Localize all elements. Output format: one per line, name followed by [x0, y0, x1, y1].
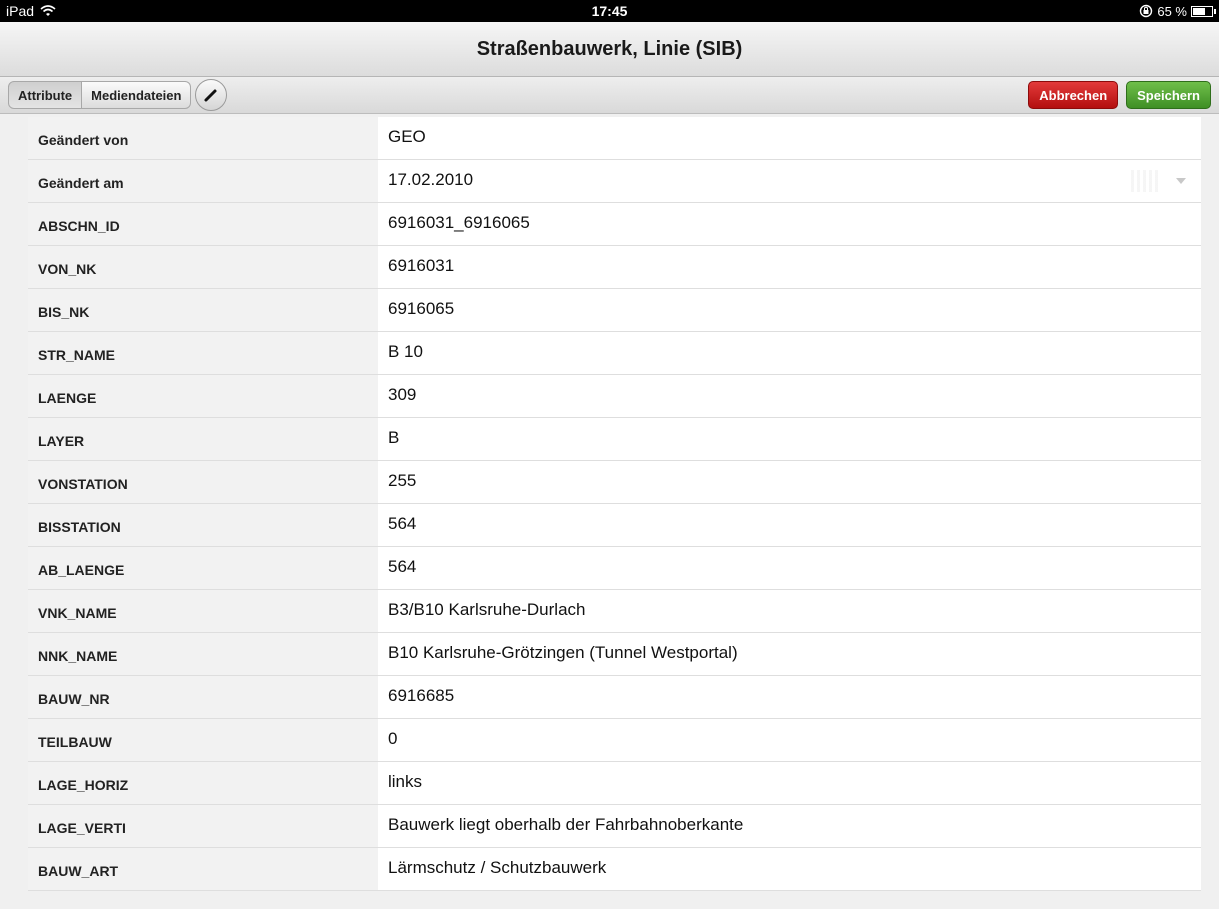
attribute-row: LAENGE 309: [28, 375, 1201, 418]
attribute-label: LAENGE: [28, 375, 378, 417]
attribute-row: ABSCHN_ID 6916031_6916065: [28, 203, 1201, 246]
attribute-label: TEILBAUW: [28, 719, 378, 761]
device-name: iPad: [6, 3, 35, 19]
attribute-value[interactable]: 564: [378, 504, 1201, 546]
attribute-row: BAUW_NR 6916685: [28, 676, 1201, 719]
attribute-label: LAGE_VERTI: [28, 805, 378, 847]
attribute-label: VONSTATION: [28, 461, 378, 503]
attribute-label: BAUW_ART: [28, 848, 378, 890]
attribute-label: Geändert am: [28, 160, 378, 202]
attribute-row: VNK_NAME B3/B10 Karlsruhe-Durlach: [28, 590, 1201, 633]
status-right: 65 %: [1139, 3, 1216, 19]
attribute-value[interactable]: 0: [378, 719, 1201, 761]
attribute-value[interactable]: B3/B10 Karlsruhe-Durlach: [378, 590, 1201, 632]
attribute-value[interactable]: 6916031: [378, 246, 1201, 288]
rotation-lock-icon: [1140, 4, 1153, 18]
attribute-value[interactable]: 6916031_6916065: [378, 203, 1201, 245]
view-segmented-control: Attribute Mediendateien: [8, 79, 228, 111]
attribute-row: LAGE_HORIZ links: [28, 762, 1201, 805]
attribute-value[interactable]: B: [378, 418, 1201, 460]
attribute-row: LAGE_VERTI Bauwerk liegt oberhalb der Fah…: [28, 805, 1201, 848]
status-time: 17:45: [591, 3, 628, 19]
date-dropdown[interactable]: [1131, 170, 1187, 192]
page-title: Straßenbauwerk, Linie (SIB): [0, 22, 1219, 77]
attribute-value[interactable]: 255: [378, 461, 1201, 503]
attribute-table: Geändert von GEO Geändert am 17.02.2010 AB…: [28, 117, 1201, 891]
attribute-label: VON_NK: [28, 246, 378, 288]
attribute-value[interactable]: links: [378, 762, 1201, 804]
attribute-value[interactable]: 564: [378, 547, 1201, 589]
attribute-row: AB_LAENGE 564: [28, 547, 1201, 590]
status-left: iPad: [6, 3, 56, 19]
wifi-icon: [40, 5, 56, 16]
save-button[interactable]: Speichern: [1126, 81, 1211, 109]
battery-icon: [1191, 5, 1216, 17]
attribute-row: BAUW_ART Lärmschutz / Schutzbauwerk: [28, 848, 1201, 891]
attribute-row: VON_NK 6916031: [28, 246, 1201, 289]
battery-percent: 65 %: [1157, 3, 1187, 19]
attribute-label: STR_NAME: [28, 332, 378, 374]
chevron-down-icon: [1176, 178, 1186, 184]
attribute-label: LAYER: [28, 418, 378, 460]
pencil-icon: [204, 89, 217, 102]
attribute-row: Geändert am 17.02.2010: [28, 160, 1201, 203]
attribute-value[interactable]: 309: [378, 375, 1201, 417]
edit-button[interactable]: [195, 79, 228, 111]
attribute-value[interactable]: 17.02.2010: [378, 160, 1201, 202]
attribute-value[interactable]: 6916065: [378, 289, 1201, 331]
attribute-label: Geändert von: [28, 117, 378, 159]
attribute-value[interactable]: Bauwerk liegt oberhalb der Fahrbahnoberk…: [378, 805, 1201, 847]
attribute-label: BAUW_NR: [28, 676, 378, 718]
attribute-row: STR_NAME B 10: [28, 332, 1201, 375]
tab-mediendateien[interactable]: Mediendateien: [82, 81, 192, 109]
attribute-label: NNK_NAME: [28, 633, 378, 675]
attribute-value[interactable]: 6916685: [378, 676, 1201, 718]
attribute-label: BISSTATION: [28, 504, 378, 546]
attribute-row: NNK_NAME B10 Karlsruhe-Grötzingen (Tunnel…: [28, 633, 1201, 676]
attribute-row: Geändert von GEO: [28, 117, 1201, 160]
attribute-label: AB_LAENGE: [28, 547, 378, 589]
status-bar: iPad 17:45 65 %: [0, 0, 1219, 22]
attribute-label: LAGE_HORIZ: [28, 762, 378, 804]
attribute-value[interactable]: Lärmschutz / Schutzbauwerk: [378, 848, 1201, 890]
attribute-label: VNK_NAME: [28, 590, 378, 632]
attribute-row: VONSTATION 255: [28, 461, 1201, 504]
page-title-text: Straßenbauwerk, Linie (SIB): [476, 37, 743, 60]
attribute-row: TEILBAUW 0: [28, 719, 1201, 762]
attribute-value[interactable]: GEO: [378, 117, 1201, 159]
attribute-label: ABSCHN_ID: [28, 203, 378, 245]
cancel-button[interactable]: Abbrechen: [1028, 81, 1119, 109]
attribute-label: BIS_NK: [28, 289, 378, 331]
toolbar-actions: Abbrechen Speichern: [1028, 81, 1211, 109]
toolbar: Attribute Mediendateien Abbrechen Speich…: [0, 77, 1219, 114]
attribute-row: BISSTATION 564: [28, 504, 1201, 547]
attribute-row: BIS_NK 6916065: [28, 289, 1201, 332]
tab-attribute[interactable]: Attribute: [8, 81, 83, 109]
attribute-value[interactable]: B10 Karlsruhe-Grötzingen (Tunnel Westpor…: [378, 633, 1201, 675]
attribute-row: LAYER B: [28, 418, 1201, 461]
attribute-value[interactable]: B 10: [378, 332, 1201, 374]
